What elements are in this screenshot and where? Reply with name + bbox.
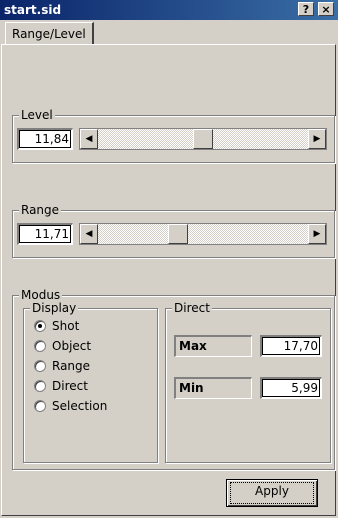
help-button[interactable]: ? xyxy=(298,2,314,16)
radio-label: Object xyxy=(52,339,92,353)
range-group-title: Range xyxy=(19,203,62,217)
radio-label: Direct xyxy=(52,379,88,393)
level-group: Level 11,84 ◀ ▶ xyxy=(12,108,335,163)
display-group: Display Shot Object Range Direct Selecti… xyxy=(23,301,158,463)
tab-range-level[interactable]: Range/Level xyxy=(5,22,94,44)
radio-button[interactable] xyxy=(34,380,46,392)
arrow-right-icon[interactable]: ▶ xyxy=(308,129,326,149)
tab-panel: Level 11,84 ◀ ▶ Range 11,71 ◀ ▶ Modus Di… xyxy=(1,44,336,516)
min-label: Min xyxy=(174,377,252,399)
window-title: start.sid xyxy=(4,3,62,17)
radio-label: Range xyxy=(52,359,91,373)
direct-group-title: Direct xyxy=(172,301,212,315)
level-slider[interactable]: ◀ ▶ xyxy=(79,128,327,150)
close-button[interactable]: × xyxy=(318,2,334,16)
display-group-title: Display xyxy=(30,301,79,315)
level-group-title: Level xyxy=(19,108,55,122)
level-slider-thumb[interactable] xyxy=(193,129,213,149)
radio-label: Selection xyxy=(52,399,108,413)
modus-group-title: Modus xyxy=(19,288,63,302)
modus-group: Modus Display Shot Object Range Direct S… xyxy=(12,288,335,470)
arrow-left-icon[interactable]: ◀ xyxy=(80,224,98,244)
range-slider[interactable]: ◀ ▶ xyxy=(79,223,327,245)
focus-rect xyxy=(230,482,314,504)
radio-button[interactable] xyxy=(34,400,46,412)
radio-label: Shot xyxy=(52,319,80,333)
range-slider-thumb[interactable] xyxy=(168,224,189,244)
apply-button[interactable]: Apply xyxy=(226,479,318,507)
arrow-left-icon[interactable]: ◀ xyxy=(80,129,98,149)
max-label: Max xyxy=(174,335,252,357)
range-value-field[interactable]: 11,71 xyxy=(17,223,73,245)
title-bar[interactable]: start.sid ? × xyxy=(0,0,338,20)
level-value-field[interactable]: 11,84 xyxy=(17,128,73,150)
min-value-field[interactable]: 5,99 xyxy=(260,377,322,399)
direct-group: Direct Max 17,70 Min 5,99 xyxy=(165,301,331,463)
max-value-field[interactable]: 17,70 xyxy=(260,335,322,357)
radio-button[interactable] xyxy=(34,340,46,352)
arrow-right-icon[interactable]: ▶ xyxy=(308,224,326,244)
radio-button[interactable] xyxy=(34,320,46,332)
radio-selected-dot xyxy=(38,324,42,328)
range-group: Range 11,71 ◀ ▶ xyxy=(12,203,335,258)
radio-button[interactable] xyxy=(34,360,46,372)
dialog-window: start.sid ? × Range/Level Level 11,84 ◀ … xyxy=(0,0,338,518)
